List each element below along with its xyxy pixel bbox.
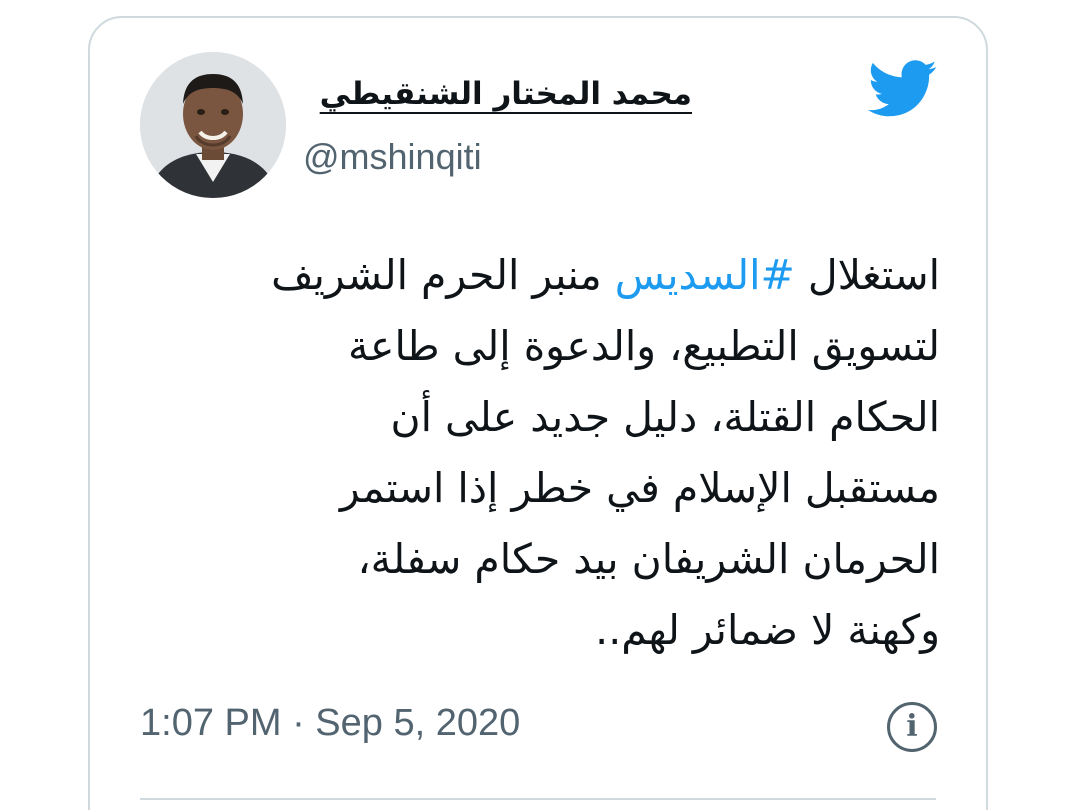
- twitter-bird-icon[interactable]: [868, 60, 938, 118]
- avatar[interactable]: [140, 52, 286, 198]
- tweet-line-1: استغلال #السديس منبر الحرم الشريف: [130, 240, 940, 311]
- info-icon[interactable]: i: [887, 702, 937, 752]
- tweet-text-segment: استغلال: [794, 251, 940, 299]
- tweet-timestamp[interactable]: 1:07 PM · Sep 5, 2020: [140, 702, 520, 745]
- tweet-text-segment: منبر الحرم الشريف: [271, 251, 615, 299]
- divider: [140, 798, 936, 800]
- tweet-line-3: الحكام القتلة، دليل جديد على أن: [390, 393, 941, 441]
- display-name[interactable]: محمد المختار الشنقيطي: [320, 76, 692, 112]
- tweet-card: محمد المختار الشنقيطي @mshinqiti استغلال…: [88, 16, 988, 810]
- user-handle[interactable]: @mshinqiti: [303, 136, 482, 178]
- tweet-line-6: وكهنة لا ضمائر لهم..: [595, 606, 940, 654]
- tweet-line-5: الحرمان الشريفان بيد حكام سفلة،: [357, 535, 940, 583]
- avatar-photo: [140, 52, 286, 198]
- tweet-text: استغلال #السديس منبر الحرم الشريف لتسويق…: [130, 240, 940, 666]
- hashtag-link[interactable]: #السديس: [615, 251, 795, 299]
- tweet-line-4: مستقبل الإسلام في خطر إذا استمر: [339, 464, 940, 512]
- tweet-line-2: لتسويق التطبيع، والدعوة إلى طاعة: [348, 322, 940, 370]
